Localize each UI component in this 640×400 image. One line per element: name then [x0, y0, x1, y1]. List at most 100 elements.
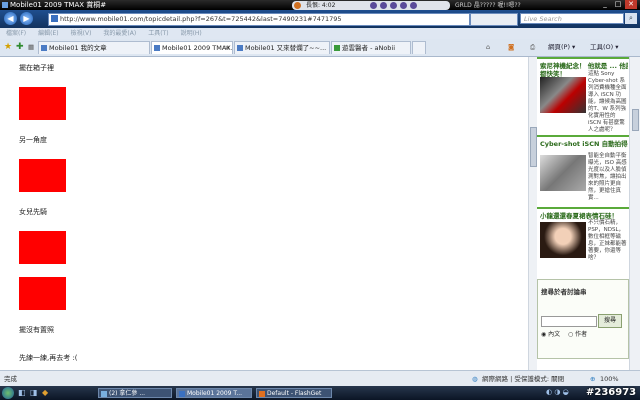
- taskbar: ◧ ◨ ◆ (2) 拿仁參 ... Mobile01 2009 T... Def…: [0, 386, 640, 400]
- tools-menu[interactable]: 工具(O) ▾: [590, 41, 619, 54]
- search-icon[interactable]: ⌕: [625, 13, 637, 24]
- camera-image[interactable]: [540, 77, 586, 113]
- post-text: 擺在箱子裡: [19, 64, 54, 72]
- maximize-button[interactable]: □: [612, 0, 624, 9]
- close-button[interactable]: ✕: [625, 0, 637, 9]
- window-title: Mobile01 2009 TMAX 賞桐#: [10, 1, 107, 9]
- sidebar-desc: 這點 Sony Cyber-shot 系列消費機種全面導入 iSCN 功能，讓候…: [588, 71, 627, 133]
- search-panel-title: 搜尋於者討論串: [541, 288, 587, 296]
- new-tab-button[interactable]: [412, 41, 426, 54]
- menu-tools[interactable]: 工具(T): [148, 30, 168, 37]
- play-icon[interactable]: [380, 2, 387, 9]
- sidebar-desc: 智能全自動平衡曝光，ISO 高感光度以及人臉偵測對焦，讓拍出來的照片更自然，更搶…: [588, 153, 627, 201]
- quicklaunch-icon[interactable]: ◧: [18, 388, 26, 397]
- post-image[interactable]: [19, 231, 66, 264]
- stop-icon[interactable]: [390, 2, 397, 9]
- tab-favicon-icon: [237, 45, 243, 51]
- taskbar-label: (2) 拿仁參 ...: [109, 390, 146, 397]
- status-text: 完成: [4, 375, 17, 383]
- post-image[interactable]: [19, 87, 66, 120]
- zoom-level[interactable]: 100%: [600, 371, 619, 387]
- tab-anobii[interactable]: 遊雲醫者 - aNobii: [331, 41, 411, 54]
- zone-text: 網際網路 | 受保護模式: 關閉: [482, 375, 565, 383]
- menu-file[interactable]: 檔案(F): [6, 30, 26, 37]
- tab-favicon-icon: [334, 45, 340, 51]
- zoom-icon[interactable]: ⊕: [590, 371, 595, 387]
- feed-icon[interactable]: ◙: [508, 41, 514, 54]
- divider: [537, 207, 629, 209]
- app-icon: [259, 391, 265, 397]
- close-tab-icon[interactable]: ✕: [225, 42, 230, 54]
- tab-other-topic[interactable]: Mobile01 又來替爛了~~...: [234, 41, 330, 54]
- sidebar: 索尼神機紀念！ 他就是 ... 他說算每 都快笑！ 這點 Sony Cyber-…: [537, 57, 629, 370]
- radio-label: 作者: [575, 331, 588, 338]
- media-player-widget[interactable]: 長恨: 4:02: [292, 1, 450, 10]
- taskbar-label: Mobile01 2009 T...: [187, 390, 243, 397]
- menu-help[interactable]: 說明(H): [181, 30, 202, 37]
- globe-icon: ◍: [472, 375, 478, 383]
- taskbar-label: Default - FlashGet: [267, 390, 322, 397]
- quicklaunch-icon[interactable]: ◨: [30, 388, 38, 397]
- menu-view[interactable]: 檢視(V): [71, 30, 92, 37]
- sidebar-heading[interactable]: Cyber-shot iSCN 自動拍得美，淫浴遊絲珠！: [540, 138, 628, 148]
- next-icon[interactable]: [400, 2, 407, 9]
- tab-current-topic[interactable]: Mobile01 2009 TMAX... ✕: [151, 41, 233, 54]
- tab-label: 遊雲醫者 - aNobii: [342, 44, 396, 52]
- page-favicon-icon: [51, 15, 58, 22]
- sidebar-search-button[interactable]: 搜尋: [598, 314, 622, 328]
- quicklaunch-icon[interactable]: ◆: [42, 388, 48, 397]
- volume-icon[interactable]: [410, 2, 417, 9]
- radio-author[interactable]: ○ 作者: [568, 329, 587, 338]
- tab-label: Mobile01 2009 TMAX...: [162, 44, 233, 52]
- taskbar-item[interactable]: (2) 拿仁參 ...: [98, 388, 172, 398]
- tab-grid-icon[interactable]: ▦: [28, 41, 34, 54]
- scroll-thumb[interactable]: [530, 127, 537, 167]
- tab-my-articles[interactable]: Mobile01 我的文章: [38, 41, 150, 54]
- search-box-panel: 搜尋於者討論串 搜尋 ◉ 內文 ○ 作者: [537, 279, 629, 359]
- post-image[interactable]: [19, 277, 66, 310]
- tab-bar: ★ ✚ ▦ Mobile01 我的文章 Mobile01 2009 TMAX..…: [0, 39, 640, 57]
- player-icon: [294, 2, 301, 9]
- divider: [537, 57, 629, 59]
- girl-photo-image[interactable]: [540, 222, 586, 258]
- minimize-button[interactable]: _: [599, 0, 611, 9]
- url-text: http://www.mobile01.com/topicdetail.php?…: [60, 15, 342, 23]
- post-image[interactable]: [19, 159, 66, 192]
- window-icon: [2, 2, 8, 8]
- tab-label: Mobile01 又來替爛了~~...: [245, 44, 327, 52]
- taskbar-item[interactable]: Default - FlashGet: [256, 388, 332, 398]
- page-menu[interactable]: 網頁(P) ▾: [548, 41, 575, 54]
- tab-favicon-icon: [41, 45, 47, 51]
- status-bar: 完成 ◍ 網際網路 | 受保護模式: 關閉 ⊕ 100%: [0, 370, 640, 387]
- page-scrollbar[interactable]: [629, 57, 640, 370]
- tray-icons[interactable]: ◐ ◑ ◒: [546, 388, 569, 396]
- sidebar-heading[interactable]: 小龍還還春夏裙表情石硅！: [540, 210, 628, 220]
- post-text: 女兒先騎: [19, 208, 47, 216]
- watermark-text: #236973: [586, 387, 637, 398]
- forward-arrow-icon[interactable]: ▶: [20, 12, 33, 25]
- taskbar-item[interactable]: Mobile01 2009 T...: [176, 388, 252, 398]
- title-bar: Mobile01 2009 TMAX 賞桐# 長恨: 4:02 GRLD 晶??…: [0, 0, 640, 10]
- menu-edit[interactable]: 編輯(E): [38, 30, 58, 37]
- camera-image[interactable]: [540, 155, 586, 191]
- back-arrow-icon[interactable]: ◀: [4, 12, 17, 25]
- prev-icon[interactable]: [370, 2, 377, 9]
- print-icon[interactable]: ⎙: [530, 41, 535, 54]
- player-title: 長恨: 4:02: [306, 2, 336, 9]
- navigation-bar: ◀ ▶ http://www.mobile01.com/topicdetail.…: [0, 10, 640, 28]
- favorites-star-icon[interactable]: ★: [4, 41, 12, 54]
- add-favorite-icon[interactable]: ✚: [16, 41, 24, 54]
- post-text: 先練一練,再去考 :(: [19, 354, 78, 362]
- radio-label: 內文: [548, 331, 561, 338]
- app-icon: [101, 391, 107, 397]
- address-bar[interactable]: http://www.mobile01.com/topicdetail.php?…: [48, 13, 470, 26]
- scroll-thumb[interactable]: [632, 109, 639, 131]
- menu-favorites[interactable]: 我的最愛(A): [103, 30, 136, 37]
- home-icon[interactable]: ⌂: [486, 41, 490, 54]
- start-button[interactable]: [2, 387, 14, 399]
- address-actions[interactable]: [470, 13, 518, 26]
- sidebar-search-input[interactable]: [541, 316, 597, 327]
- radio-content[interactable]: ◉ 內文: [541, 329, 560, 338]
- search-input[interactable]: Live Search: [520, 13, 624, 24]
- app-icon: [179, 391, 185, 397]
